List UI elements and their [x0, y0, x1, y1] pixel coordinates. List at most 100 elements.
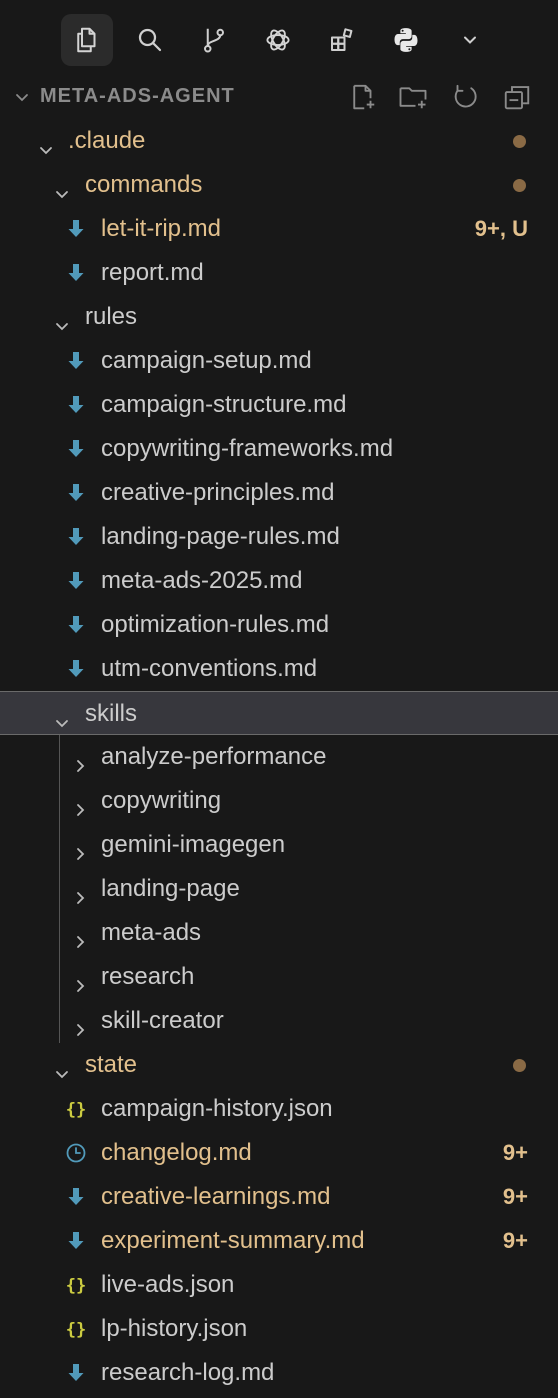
chevron-down-icon[interactable]: [52, 175, 72, 199]
search-icon[interactable]: [124, 14, 176, 66]
markdown-file-icon: [64, 525, 88, 549]
json-file-icon: {}: [64, 1097, 88, 1121]
tree-item-label: lp-history.json: [101, 1315, 248, 1342]
tree-item-label: research: [101, 963, 195, 990]
markdown-file-icon: [64, 349, 88, 373]
svg-text:{}: {}: [66, 1320, 86, 1340]
explorer-header[interactable]: META-ADS-AGENT: [0, 76, 558, 120]
tree-item-label: creative-learnings.md: [101, 1183, 331, 1210]
extensions-icon[interactable]: [316, 14, 368, 66]
tree-file[interactable]: meta-ads-2025.md: [0, 559, 558, 603]
explorer-title: META-ADS-AGENT: [40, 85, 235, 107]
markdown-file-icon: [64, 217, 88, 241]
git-status-badge: 9+, U: [474, 216, 528, 241]
tree-file[interactable]: landing-page-rules.md: [0, 515, 558, 559]
tree-item-label: campaign-setup.md: [101, 347, 312, 374]
modified-dot: [513, 135, 526, 148]
markdown-file-icon: [64, 261, 88, 285]
chevron-right-icon[interactable]: [70, 1011, 90, 1036]
new-folder-icon[interactable]: [398, 82, 430, 114]
markdown-file-icon: [64, 481, 88, 505]
openai-icon[interactable]: [252, 14, 304, 66]
refresh-icon[interactable]: [450, 82, 482, 114]
svg-text:{}: {}: [66, 1276, 86, 1296]
tree-file[interactable]: {} lp-history.json: [0, 1307, 558, 1351]
git-status-badge: 9+: [502, 1228, 528, 1253]
modified-dot: [513, 1059, 526, 1072]
tree-item-label: research-log.md: [101, 1359, 275, 1386]
tree-item-label: experiment-summary.md: [101, 1227, 365, 1254]
markdown-file-icon: [64, 1361, 88, 1385]
svg-text:{}: {}: [66, 1100, 86, 1120]
tree-item-label: campaign-history.json: [101, 1095, 333, 1122]
chevron-right-icon[interactable]: [70, 967, 90, 992]
tree-folder[interactable]: copywriting: [0, 779, 558, 823]
markdown-file-icon: [64, 569, 88, 593]
chevron-right-icon[interactable]: [70, 879, 90, 904]
tree-item-label: report.md: [101, 259, 204, 286]
tree-folder[interactable]: .claude: [0, 119, 558, 163]
tree-item-label: live-ads.json: [101, 1271, 235, 1298]
tree-item-label: rules: [85, 303, 138, 330]
python-icon[interactable]: [380, 14, 432, 66]
git-status-badge: 9+: [502, 1184, 528, 1209]
tree-folder[interactable]: analyze-performance: [0, 735, 558, 779]
tree-file[interactable]: let-it-rip.md 9+, U: [0, 207, 558, 251]
indent-guide: [59, 735, 60, 1043]
tree-item-label: changelog.md: [101, 1139, 252, 1166]
chevron-right-icon[interactable]: [70, 923, 90, 948]
tree-file[interactable]: creative-principles.md: [0, 471, 558, 515]
tree-folder[interactable]: meta-ads: [0, 911, 558, 955]
chevron-right-icon[interactable]: [70, 835, 90, 860]
tree-folder[interactable]: commands: [0, 163, 558, 207]
markdown-file-icon: [64, 393, 88, 417]
tree-item-label: skills: [85, 700, 137, 727]
tree-file[interactable]: changelog.md 9+: [0, 1131, 558, 1175]
markdown-file-icon: [64, 437, 88, 461]
tree-file[interactable]: experiment-summary.md 9+: [0, 1219, 558, 1263]
chevron-down-icon[interactable]: [52, 704, 72, 728]
tree-file[interactable]: utm-conventions.md: [0, 647, 558, 691]
tree-item-label: gemini-imagegen: [101, 831, 286, 858]
tree-item-label: meta-ads-2025.md: [101, 567, 303, 594]
collapse-all-icon[interactable]: [502, 82, 534, 114]
tree-folder[interactable]: skill-creator: [0, 999, 558, 1043]
tree-folder[interactable]: rules: [0, 295, 558, 339]
tree-item-label: .claude: [68, 127, 146, 154]
chevron-right-icon[interactable]: [70, 791, 90, 816]
json-file-icon: {}: [64, 1273, 88, 1297]
chevron-down-icon[interactable]: [36, 131, 56, 155]
tree-item-label: state: [85, 1051, 138, 1078]
files-icon[interactable]: [61, 14, 113, 66]
chevron-down-icon[interactable]: [12, 87, 32, 107]
tree-folder[interactable]: landing-page: [0, 867, 558, 911]
markdown-file-icon: [64, 613, 88, 637]
chevron-down-icon[interactable]: [444, 14, 496, 66]
tree-folder[interactable]: research: [0, 955, 558, 999]
tree-file[interactable]: campaign-structure.md: [0, 383, 558, 427]
tree-file[interactable]: optimization-rules.md: [0, 603, 558, 647]
tree-item-label: landing-page: [101, 875, 240, 902]
tree-file[interactable]: {} live-ads.json: [0, 1263, 558, 1307]
tree-item-label: commands: [85, 171, 203, 198]
tree-item-label: let-it-rip.md: [101, 215, 222, 242]
chevron-down-icon[interactable]: [52, 1055, 72, 1079]
chevron-down-icon[interactable]: [52, 307, 72, 331]
tree-file[interactable]: copywriting-frameworks.md: [0, 427, 558, 471]
activity-bar: [0, 0, 558, 76]
tree-file[interactable]: report.md: [0, 251, 558, 295]
source-control-icon[interactable]: [188, 14, 240, 66]
tree-file[interactable]: creative-learnings.md 9+: [0, 1175, 558, 1219]
markdown-file-icon: [64, 657, 88, 681]
tree-file[interactable]: {} campaign-history.json: [0, 1087, 558, 1131]
tree-file[interactable]: research-log.md: [0, 1351, 558, 1395]
chevron-right-icon[interactable]: [70, 747, 90, 772]
markdown-file-icon: [64, 1185, 88, 1209]
new-file-icon[interactable]: [348, 82, 380, 114]
tree-folder[interactable]: state: [0, 1043, 558, 1087]
tree-item-label: analyze-performance: [101, 743, 327, 770]
json-file-icon: {}: [64, 1317, 88, 1341]
tree-file[interactable]: campaign-setup.md: [0, 339, 558, 383]
tree-folder[interactable]: gemini-imagegen: [0, 823, 558, 867]
tree-folder[interactable]: skills: [0, 691, 558, 735]
